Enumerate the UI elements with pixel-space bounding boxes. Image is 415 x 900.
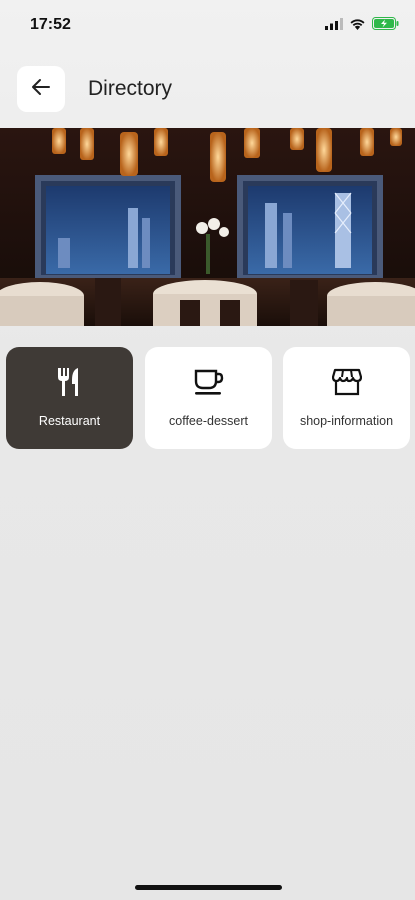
page-title: Directory xyxy=(88,77,173,100)
category-tabs: Restaurant coffee-dessert shop-informati… xyxy=(6,347,411,449)
status-time: 17:52 xyxy=(30,16,71,33)
category-coffee-dessert[interactable]: coffee-dessert xyxy=(145,347,272,449)
category-label: coffee-dessert xyxy=(169,414,248,428)
signal-icon xyxy=(325,17,343,35)
category-label: Restaurant xyxy=(38,414,101,428)
battery-charging-icon xyxy=(372,17,399,35)
back-button[interactable] xyxy=(17,66,65,112)
status-bar: 17:52 xyxy=(0,0,415,52)
fork-knife-icon xyxy=(55,365,85,399)
arrow-left-icon xyxy=(31,78,51,101)
wifi-icon xyxy=(349,17,366,35)
storefront-icon xyxy=(331,365,362,399)
status-icons xyxy=(325,17,399,35)
category-shop-information[interactable]: shop-information xyxy=(283,347,410,449)
hero-image xyxy=(0,128,415,326)
coffee-cup-icon xyxy=(194,365,224,399)
category-restaurant[interactable]: Restaurant xyxy=(6,347,133,449)
home-indicator[interactable] xyxy=(135,885,282,890)
restaurant-photo xyxy=(0,128,415,326)
category-label: shop-information xyxy=(299,414,394,428)
header: Directory xyxy=(0,60,415,118)
